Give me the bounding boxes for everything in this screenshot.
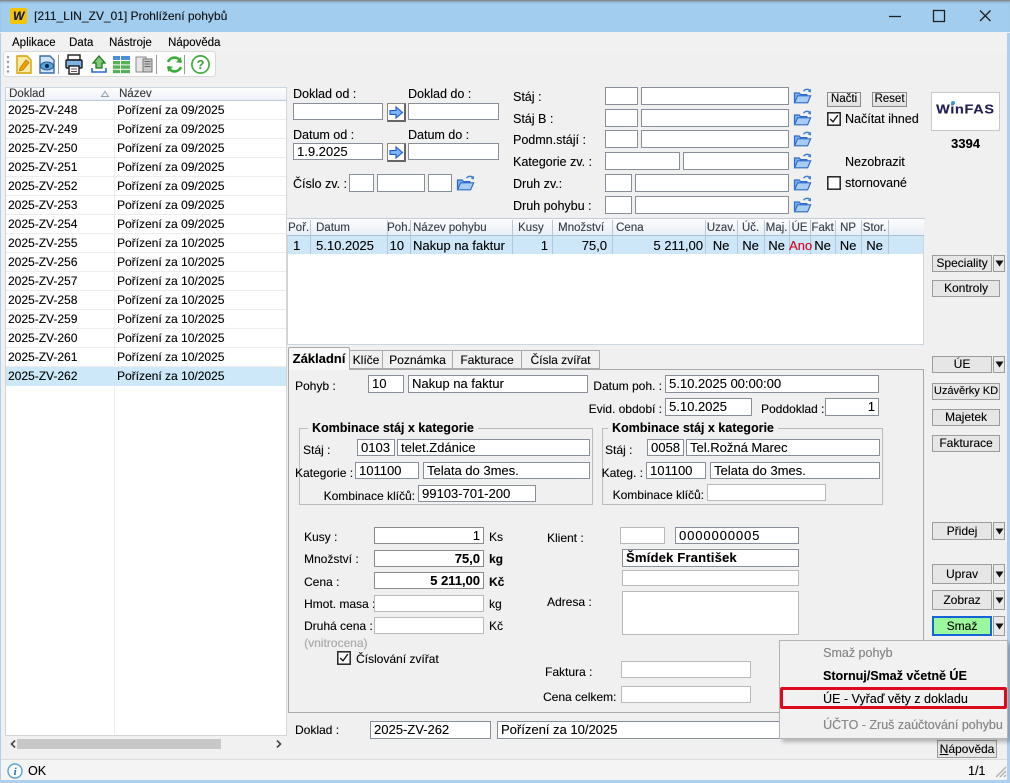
svg-text:?: ? xyxy=(197,58,205,72)
